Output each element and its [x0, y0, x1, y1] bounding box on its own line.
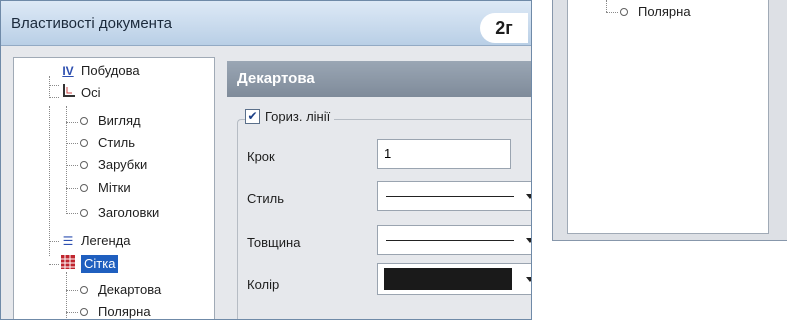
- tree-item-grid[interactable]: Сітка: [58, 254, 119, 275]
- tree-item-build[interactable]: IV Побудова: [58, 62, 140, 80]
- leaf-circle-icon: [80, 184, 88, 192]
- tree-item-label: Мітки: [98, 180, 131, 195]
- tree-item-label: Легенда: [81, 233, 131, 248]
- second-properties-tree: Полярна: [567, 0, 769, 234]
- tree-item-label: Вигляд: [98, 113, 141, 128]
- tree-item-style[interactable]: Стиль: [80, 134, 135, 152]
- tree-item-axes[interactable]: Осі: [58, 83, 101, 104]
- tree-item-label-selected: Сітка: [81, 255, 119, 273]
- leaf-circle-icon: [80, 209, 88, 217]
- leaf-circle-icon: [80, 286, 88, 294]
- color-swatch: [384, 268, 512, 290]
- tree-item-ticks[interactable]: Зарубки: [80, 156, 147, 174]
- tree-item-label: Побудова: [81, 63, 140, 78]
- thickness-label: Товщина: [247, 235, 301, 250]
- tree-item-cartesian[interactable]: Декартова: [80, 281, 161, 299]
- dialog-title: Властивості документа: [11, 15, 173, 32]
- checkbox-label: Гориз. лінії: [265, 109, 331, 124]
- axes-icon: [58, 83, 78, 104]
- figure-badge: 2г: [480, 13, 528, 43]
- line-style-select[interactable]: [377, 181, 531, 211]
- tree-item-titles[interactable]: Заголовки: [80, 204, 159, 222]
- document-properties-dialog: Властивості документа 2г IV Побудова Осі: [0, 0, 532, 320]
- tree-item-label: Заголовки: [98, 205, 160, 220]
- leaf-circle-icon: [80, 117, 88, 125]
- chevron-down-icon: [526, 238, 531, 243]
- chevron-down-icon: [526, 277, 531, 282]
- horizontal-lines-checkbox[interactable]: ✔: [245, 109, 260, 124]
- leaf-circle-icon: [80, 161, 88, 169]
- grid-icon: [58, 254, 78, 275]
- tree-item-labels[interactable]: Мітки: [80, 179, 131, 197]
- line-thickness-select[interactable]: [377, 225, 531, 255]
- style-label: Стиль: [247, 191, 284, 206]
- tree-item-label: Полярна: [98, 304, 151, 319]
- leaf-circle-icon: [80, 139, 88, 147]
- tree-item-label: Стиль: [98, 135, 135, 150]
- step-input[interactable]: 1: [377, 139, 511, 169]
- legend-icon: ☰: [62, 234, 74, 248]
- tree-item-legend[interactable]: ☰ Легенда: [58, 232, 131, 250]
- panel-title: Декартова: [237, 70, 315, 87]
- horizontal-lines-checkbox-row[interactable]: ✔ Гориз. лінії: [245, 109, 335, 124]
- tree-item-label: Декартова: [98, 282, 162, 297]
- tree-item-label: Зарубки: [98, 157, 148, 172]
- tree-item-view[interactable]: Вигляд: [80, 112, 141, 130]
- title-bar[interactable]: Властивості документа 2г: [1, 1, 531, 46]
- step-label: Крок: [247, 149, 275, 164]
- build-icon: IV: [62, 64, 74, 78]
- line-style-sample: [386, 196, 514, 197]
- tree-item-polar[interactable]: Полярна: [80, 303, 151, 319]
- tree-item-polar[interactable]: Полярна: [620, 3, 691, 21]
- properties-tree: IV Побудова Осі Вигляд Стиль Зарубки Міт…: [13, 57, 215, 319]
- leaf-circle-icon: [620, 8, 628, 16]
- line-thickness-sample: [386, 240, 514, 241]
- color-select[interactable]: [377, 263, 531, 295]
- second-dialog: Полярна: [552, 0, 787, 241]
- color-label: Колір: [247, 277, 280, 292]
- tree-item-label: Осі: [81, 85, 101, 100]
- leaf-circle-icon: [80, 308, 88, 316]
- panel-header: Декартова: [227, 61, 531, 97]
- tree-item-label: Полярна: [638, 4, 691, 19]
- chevron-down-icon: [526, 194, 531, 199]
